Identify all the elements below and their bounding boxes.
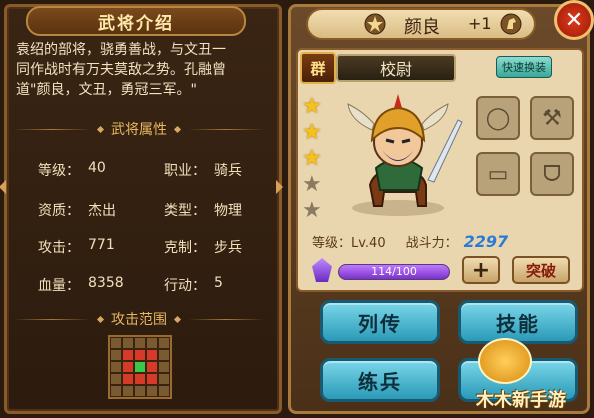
- range-cell-empty: [146, 385, 158, 397]
- range-cell-target: [122, 361, 134, 373]
- prev-hero-arrow[interactable]: [0, 180, 6, 194]
- rank-bar: 校尉: [336, 54, 456, 82]
- star-emblem-icon: [364, 13, 386, 35]
- range-cell-target: [122, 373, 134, 385]
- skills-button[interactable]: 技能: [458, 300, 578, 344]
- range-header: 攻击范围: [14, 310, 264, 328]
- exp-bar: 114/100: [338, 264, 450, 280]
- horse-emblem-icon: [500, 13, 522, 35]
- range-cell-empty: [158, 385, 170, 397]
- hero-portrait: [347, 94, 463, 216]
- quick-equip-button[interactable]: 快速换装: [496, 56, 552, 78]
- range-header-text: 攻击范围: [111, 312, 167, 328]
- bio-line: 袁绍的部将，骁勇善战，与文丑一: [16, 42, 226, 58]
- breakthrough-label: 突破: [525, 261, 556, 280]
- range-cell-empty: [146, 337, 158, 349]
- range-cell-empty: [110, 361, 122, 373]
- equip-slot-scroll[interactable]: ▭: [476, 152, 520, 196]
- range-cell-target: [146, 373, 158, 385]
- axe-icon: ⚒: [542, 105, 562, 131]
- range-cell-empty: [122, 337, 134, 349]
- stat-value-action: 5: [214, 275, 223, 291]
- stat-value-aptitude: 杰出: [88, 203, 116, 219]
- skills-label: 技能: [496, 311, 540, 336]
- range-cell-target: [134, 373, 146, 385]
- equip-slot-necklace[interactable]: ᗜ: [530, 152, 574, 196]
- hero-plus-level: +1: [468, 14, 492, 33]
- star-filled-icon: ★: [302, 94, 322, 119]
- site-logo-icon: [478, 338, 532, 384]
- range-cell-target: [146, 361, 158, 373]
- stat-value-type: 物理: [214, 203, 242, 219]
- level-power-row: 等级：Lv.40 战斗力： 2297: [312, 231, 582, 251]
- equip-slot-weapon[interactable]: ⚒: [530, 96, 574, 140]
- attributes-header: 武将属性: [14, 120, 264, 138]
- bio-line: 同作战时有万夫莫敌之势。孔融曾: [16, 62, 226, 78]
- range-cell-empty: [158, 361, 170, 373]
- breakthrough-button[interactable]: 突破: [512, 256, 570, 284]
- necklace-icon: ᗜ: [542, 161, 562, 187]
- biography-button[interactable]: 列传: [320, 300, 440, 344]
- plus-icon: +: [471, 257, 491, 283]
- range-cell-empty: [110, 373, 122, 385]
- range-cell-empty: [158, 349, 170, 361]
- hero-intro-title: 武将介绍: [98, 13, 174, 34]
- stat-label-level: 等级：: [38, 163, 80, 179]
- close-button[interactable]: ✕: [554, 0, 594, 40]
- level-label: 等级：Lv.40: [312, 235, 386, 251]
- power-label: 战斗力：: [405, 235, 458, 251]
- stat-value-class: 骑兵: [214, 163, 242, 179]
- faction-badge: 群: [300, 52, 336, 84]
- quick-equip-label: 快速换装: [502, 61, 546, 74]
- range-cell-empty: [110, 337, 122, 349]
- faction-text: 群: [310, 59, 326, 78]
- range-cell-empty: [158, 373, 170, 385]
- bio-line: 道"颜良，文丑，勇冠三军。": [16, 82, 197, 98]
- hero-bio: 袁绍的部将，骁勇善战，与文丑一 同作战时有万夫莫敌之势。孔融曾 道"颜良，文丑，…: [16, 40, 264, 100]
- star-filled-icon: ★: [302, 146, 322, 171]
- add-exp-button[interactable]: +: [462, 256, 500, 284]
- training-button[interactable]: 练兵: [320, 358, 440, 402]
- attack-range-grid: [108, 335, 172, 399]
- range-cell-empty: [158, 337, 170, 349]
- stat-label-hp: 血量：: [38, 278, 80, 294]
- stat-label-action: 行动：: [164, 278, 206, 294]
- stat-label-type: 类型：: [164, 203, 206, 219]
- range-cell-empty: [110, 349, 122, 361]
- watermark-text: 木木新手游: [476, 390, 566, 411]
- stat-value-attack: 771: [88, 237, 115, 253]
- attributes-header-text: 武将属性: [111, 122, 167, 138]
- close-icon: ✕: [564, 7, 584, 33]
- stat-label-class: 职业：: [164, 163, 206, 179]
- biography-label: 列传: [358, 311, 402, 336]
- hero-intro-title-bar: 武将介绍: [26, 6, 246, 36]
- ring-icon: ◯: [485, 105, 511, 131]
- power-value: 2297: [463, 231, 509, 251]
- stat-label-counter: 克制：: [164, 240, 206, 256]
- exp-text: 114/100: [371, 265, 417, 278]
- hero-name-bar: 颜良 +1: [306, 8, 536, 40]
- star-filled-icon: ★: [302, 120, 322, 145]
- stat-value-hp: 8358: [88, 275, 124, 291]
- range-cell-self: [134, 361, 146, 373]
- range-cell-target: [122, 349, 134, 361]
- training-label: 练兵: [358, 369, 402, 394]
- equip-slot-ring[interactable]: ◯: [476, 96, 520, 140]
- range-cell-empty: [122, 385, 134, 397]
- rank-text: 校尉: [379, 60, 412, 79]
- stat-value-counter: 步兵: [214, 240, 242, 256]
- hero-name: 颜良: [404, 17, 440, 38]
- scroll-icon: ▭: [487, 161, 509, 187]
- stat-value-level: 40: [88, 160, 106, 176]
- star-empty-icon: ★: [302, 198, 322, 223]
- star-empty-icon: ★: [302, 172, 322, 197]
- range-cell-target: [146, 349, 158, 361]
- stat-label-aptitude: 资质：: [38, 203, 80, 219]
- next-hero-arrow[interactable]: [276, 180, 283, 194]
- stat-label-attack: 攻击：: [38, 240, 80, 256]
- range-cell-empty: [110, 385, 122, 397]
- range-cell-empty: [134, 385, 146, 397]
- range-cell-target: [134, 349, 146, 361]
- range-cell-empty: [134, 337, 146, 349]
